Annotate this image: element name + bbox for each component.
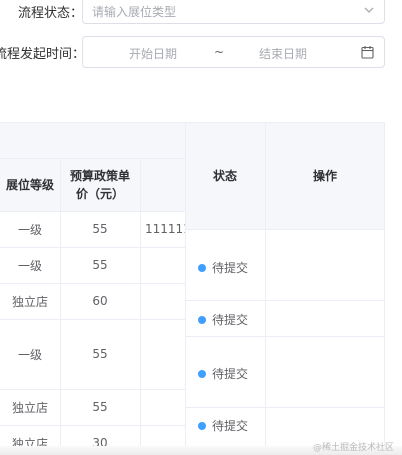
watermark: @稀土掘金技术社区 [312,443,394,453]
table-row-1-extra: 111111 [145,222,185,236]
table-row-3-price: 60 [92,294,108,308]
status-badge: 待提交 [198,311,248,328]
status-badge: 待提交 [198,417,248,434]
table-row-5-level: 独立店 [11,400,48,415]
date-range-picker[interactable]: 开始日期 ~ 结束日期 [82,36,385,68]
status-filter-placeholder: 请输入展位类型 [92,5,177,19]
status-text: 待提交 [212,367,249,381]
table-row-1-level: 一级 [17,222,42,237]
status-dot-icon [198,315,206,324]
status-text: 待提交 [212,419,249,433]
column-header-price: 预算政策单价（元） [60,159,140,211]
status-badge: 待提交 [198,365,248,382]
date-filter-label: 流程发起时间： [0,47,86,62]
status-filter-label: 流程状态： [18,6,84,21]
status-dot-icon [198,369,206,378]
column-header-actions: 操作 [265,123,385,229]
column-header-status: 状态 [185,123,265,229]
booth-table: 展位等级 预算政策单价（元） 状态 操作 一级 55 111111 一级 55 … [0,122,385,455]
status-text: 待提交 [212,313,249,327]
status-text: 待提交 [212,261,249,275]
table-row-1-price: 55 [92,222,108,236]
status-filter-select[interactable]: 请输入展位类型 [82,0,385,24]
date-separator: ~ [214,45,225,59]
table-row-5-price: 55 [92,400,108,414]
status-dot-icon [198,263,206,272]
column-header-level: 展位等级 [0,159,60,211]
calendar-icon [361,46,374,59]
status-badge: 待提交 [198,259,248,276]
table-row-2-level: 一级 [17,258,42,273]
column-header-blank [140,159,185,211]
chevron-down-icon [364,7,374,13]
table-row-2-price: 55 [92,258,108,272]
table-row-4-level: 一级 [17,347,42,362]
end-date-input[interactable]: 结束日期 [259,45,307,62]
table-row-3-level: 独立店 [11,294,48,309]
start-date-input[interactable]: 开始日期 [129,45,177,62]
status-dot-icon [198,421,206,430]
table-row-4-price: 55 [92,347,108,361]
